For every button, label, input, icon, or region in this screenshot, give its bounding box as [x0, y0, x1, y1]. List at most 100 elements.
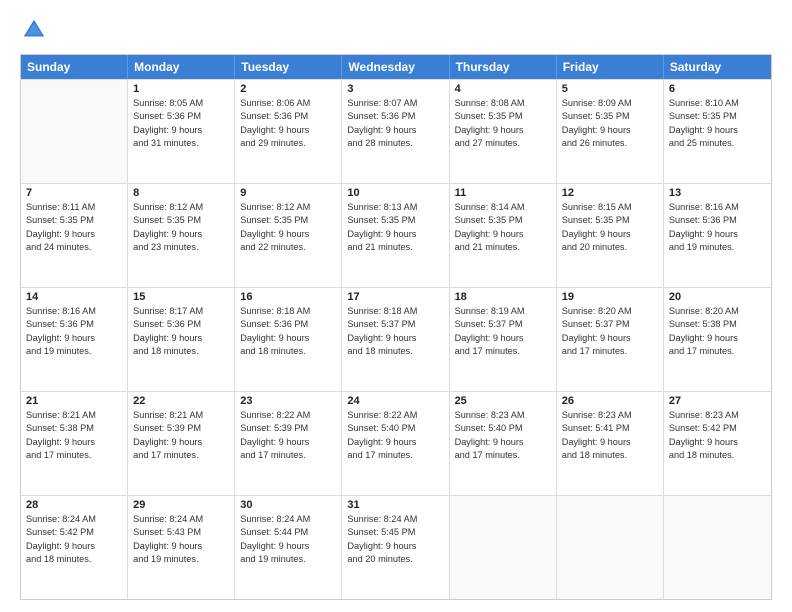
- calendar-cell: 1Sunrise: 8:05 AMSunset: 5:36 PMDaylight…: [128, 80, 235, 183]
- day-number: 1: [133, 83, 229, 95]
- daylight-line1: Daylight: 9 hours: [240, 332, 336, 345]
- header-day-sunday: Sunday: [21, 55, 128, 79]
- day-number: 24: [347, 395, 443, 407]
- sunrise-text: Sunrise: 8:08 AM: [455, 97, 551, 110]
- calendar-cell: [557, 496, 664, 599]
- sunrise-text: Sunrise: 8:13 AM: [347, 201, 443, 214]
- calendar-week-5: 28Sunrise: 8:24 AMSunset: 5:42 PMDayligh…: [21, 495, 771, 599]
- day-number: 29: [133, 499, 229, 511]
- sunrise-text: Sunrise: 8:23 AM: [669, 409, 766, 422]
- daylight-line1: Daylight: 9 hours: [562, 436, 658, 449]
- daylight-line1: Daylight: 9 hours: [26, 228, 122, 241]
- day-number: 22: [133, 395, 229, 407]
- sunrise-text: Sunrise: 8:24 AM: [26, 513, 122, 526]
- daylight-line1: Daylight: 9 hours: [562, 124, 658, 137]
- day-number: 5: [562, 83, 658, 95]
- day-number: 20: [669, 291, 766, 303]
- calendar-cell: [21, 80, 128, 183]
- calendar-week-1: 1Sunrise: 8:05 AMSunset: 5:36 PMDaylight…: [21, 79, 771, 183]
- daylight-line2: and 17 minutes.: [455, 449, 551, 462]
- sunset-text: Sunset: 5:36 PM: [26, 318, 122, 331]
- calendar-cell: 15Sunrise: 8:17 AMSunset: 5:36 PMDayligh…: [128, 288, 235, 391]
- day-number: 30: [240, 499, 336, 511]
- daylight-line2: and 20 minutes.: [562, 241, 658, 254]
- daylight-line2: and 17 minutes.: [26, 449, 122, 462]
- calendar-cell: 3Sunrise: 8:07 AMSunset: 5:36 PMDaylight…: [342, 80, 449, 183]
- daylight-line1: Daylight: 9 hours: [133, 540, 229, 553]
- day-number: 8: [133, 187, 229, 199]
- sunrise-text: Sunrise: 8:14 AM: [455, 201, 551, 214]
- daylight-line1: Daylight: 9 hours: [562, 228, 658, 241]
- sunset-text: Sunset: 5:35 PM: [455, 214, 551, 227]
- sunset-text: Sunset: 5:35 PM: [669, 110, 766, 123]
- day-number: 2: [240, 83, 336, 95]
- day-number: 23: [240, 395, 336, 407]
- sunset-text: Sunset: 5:40 PM: [455, 422, 551, 435]
- calendar-cell: [664, 496, 771, 599]
- sunset-text: Sunset: 5:35 PM: [240, 214, 336, 227]
- day-number: 21: [26, 395, 122, 407]
- daylight-line2: and 17 minutes.: [455, 345, 551, 358]
- daylight-line2: and 25 minutes.: [669, 137, 766, 150]
- header-day-wednesday: Wednesday: [342, 55, 449, 79]
- calendar-cell: 10Sunrise: 8:13 AMSunset: 5:35 PMDayligh…: [342, 184, 449, 287]
- sunset-text: Sunset: 5:36 PM: [240, 318, 336, 331]
- day-number: 19: [562, 291, 658, 303]
- daylight-line1: Daylight: 9 hours: [133, 436, 229, 449]
- calendar-cell: 22Sunrise: 8:21 AMSunset: 5:39 PMDayligh…: [128, 392, 235, 495]
- calendar-cell: 14Sunrise: 8:16 AMSunset: 5:36 PMDayligh…: [21, 288, 128, 391]
- sunrise-text: Sunrise: 8:15 AM: [562, 201, 658, 214]
- sunset-text: Sunset: 5:35 PM: [455, 110, 551, 123]
- day-number: 4: [455, 83, 551, 95]
- day-number: 9: [240, 187, 336, 199]
- sunrise-text: Sunrise: 8:17 AM: [133, 305, 229, 318]
- sunset-text: Sunset: 5:37 PM: [562, 318, 658, 331]
- day-number: 27: [669, 395, 766, 407]
- calendar: SundayMondayTuesdayWednesdayThursdayFrid…: [20, 54, 772, 600]
- daylight-line1: Daylight: 9 hours: [455, 332, 551, 345]
- sunrise-text: Sunrise: 8:20 AM: [562, 305, 658, 318]
- logo-icon: [20, 16, 48, 44]
- calendar-cell: 27Sunrise: 8:23 AMSunset: 5:42 PMDayligh…: [664, 392, 771, 495]
- calendar-cell: 16Sunrise: 8:18 AMSunset: 5:36 PMDayligh…: [235, 288, 342, 391]
- calendar-cell: 9Sunrise: 8:12 AMSunset: 5:35 PMDaylight…: [235, 184, 342, 287]
- calendar-week-3: 14Sunrise: 8:16 AMSunset: 5:36 PMDayligh…: [21, 287, 771, 391]
- sunrise-text: Sunrise: 8:20 AM: [669, 305, 766, 318]
- daylight-line1: Daylight: 9 hours: [26, 332, 122, 345]
- daylight-line2: and 23 minutes.: [133, 241, 229, 254]
- daylight-line1: Daylight: 9 hours: [669, 228, 766, 241]
- sunset-text: Sunset: 5:44 PM: [240, 526, 336, 539]
- sunrise-text: Sunrise: 8:06 AM: [240, 97, 336, 110]
- daylight-line2: and 19 minutes.: [240, 553, 336, 566]
- calendar-cell: 26Sunrise: 8:23 AMSunset: 5:41 PMDayligh…: [557, 392, 664, 495]
- sunrise-text: Sunrise: 8:18 AM: [347, 305, 443, 318]
- header-day-tuesday: Tuesday: [235, 55, 342, 79]
- daylight-line1: Daylight: 9 hours: [669, 124, 766, 137]
- daylight-line1: Daylight: 9 hours: [669, 332, 766, 345]
- sunrise-text: Sunrise: 8:19 AM: [455, 305, 551, 318]
- daylight-line1: Daylight: 9 hours: [455, 124, 551, 137]
- calendar-cell: 7Sunrise: 8:11 AMSunset: 5:35 PMDaylight…: [21, 184, 128, 287]
- sunset-text: Sunset: 5:38 PM: [26, 422, 122, 435]
- day-number: 31: [347, 499, 443, 511]
- daylight-line1: Daylight: 9 hours: [240, 540, 336, 553]
- calendar-header: SundayMondayTuesdayWednesdayThursdayFrid…: [21, 55, 771, 79]
- calendar-cell: 31Sunrise: 8:24 AMSunset: 5:45 PMDayligh…: [342, 496, 449, 599]
- sunset-text: Sunset: 5:41 PM: [562, 422, 658, 435]
- daylight-line1: Daylight: 9 hours: [347, 540, 443, 553]
- sunrise-text: Sunrise: 8:11 AM: [26, 201, 122, 214]
- sunrise-text: Sunrise: 8:24 AM: [347, 513, 443, 526]
- day-number: 3: [347, 83, 443, 95]
- daylight-line1: Daylight: 9 hours: [240, 228, 336, 241]
- sunset-text: Sunset: 5:39 PM: [133, 422, 229, 435]
- sunset-text: Sunset: 5:36 PM: [133, 318, 229, 331]
- daylight-line1: Daylight: 9 hours: [347, 228, 443, 241]
- daylight-line2: and 20 minutes.: [347, 553, 443, 566]
- calendar-week-2: 7Sunrise: 8:11 AMSunset: 5:35 PMDaylight…: [21, 183, 771, 287]
- sunset-text: Sunset: 5:42 PM: [26, 526, 122, 539]
- sunrise-text: Sunrise: 8:24 AM: [240, 513, 336, 526]
- day-number: 12: [562, 187, 658, 199]
- daylight-line1: Daylight: 9 hours: [133, 332, 229, 345]
- sunset-text: Sunset: 5:43 PM: [133, 526, 229, 539]
- sunset-text: Sunset: 5:36 PM: [133, 110, 229, 123]
